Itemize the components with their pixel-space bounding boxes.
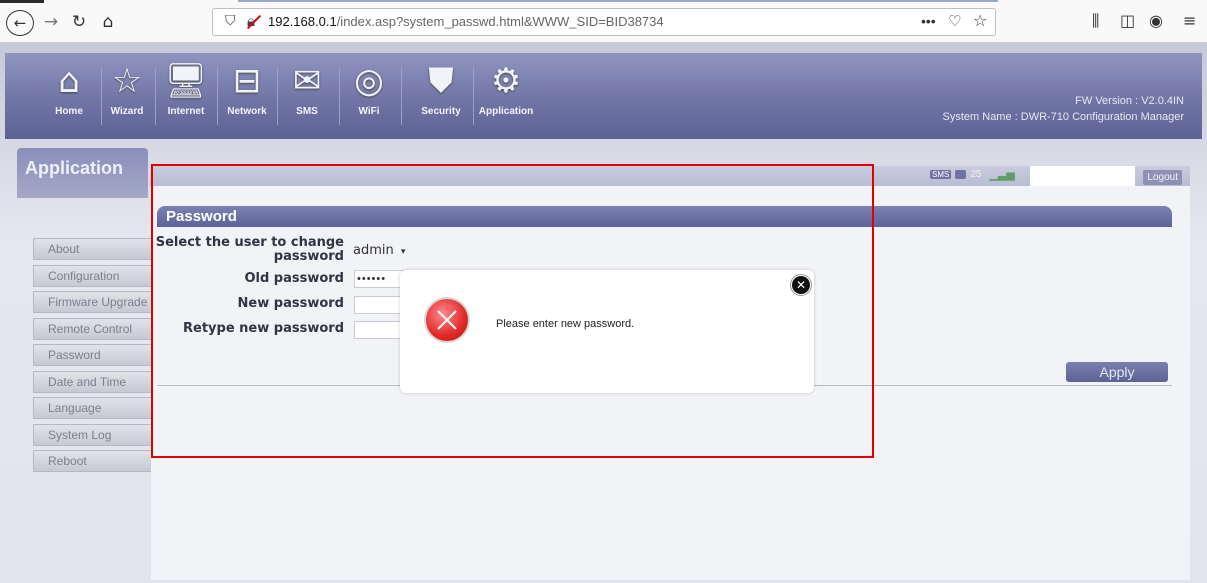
close-icon[interactable]: ✕ — [791, 275, 811, 295]
select-user-label-line1: Select the user to change — [155, 235, 344, 250]
sidebar: About Configuration Firmware Upgrade Rem… — [33, 238, 155, 477]
logout-button[interactable]: Logout — [1143, 170, 1182, 185]
back-button[interactable]: ← — [6, 10, 34, 36]
error-dialog: Please enter new password. ✕ — [400, 270, 814, 393]
sms-icon: ✉ — [292, 61, 322, 101]
section-tab-title: Application — [25, 158, 123, 178]
dialog-message: Please enter new password. — [496, 318, 635, 330]
menu-internet[interactable]: 🖥︎ Internet — [157, 53, 215, 139]
sidebar-item-system-log[interactable]: System Log — [33, 423, 155, 446]
forward-button[interactable]: → — [41, 10, 61, 34]
menu-wifi[interactable]: ◎ WiFi — [341, 53, 397, 139]
select-user-label: Select the user to change password — [156, 236, 344, 264]
internet-icon: 🖥︎ — [164, 61, 208, 101]
sidebar-item-about[interactable]: About — [33, 238, 155, 260]
old-password-label: Old password — [244, 271, 344, 286]
status-bar: SMS 25 ▁▃▅ Logout — [150, 166, 1190, 186]
address-bar[interactable]: ⛉ 🔒︎ 192.168.0.1/index.asp?system_passwd… — [212, 8, 996, 36]
user-select[interactable]: admin ▾ — [351, 242, 415, 262]
home-icon: ⌂ — [102, 12, 114, 32]
message-icon — [955, 170, 967, 179]
insecure-lock-icon[interactable]: 🔒︎ — [247, 12, 255, 30]
retype-password-label: Retype new password — [183, 321, 344, 336]
menu-label: Home — [55, 106, 83, 117]
menu-label: Internet — [167, 106, 205, 117]
library-icon[interactable]: ⫼ — [1092, 11, 1099, 31]
tab-indicator — [0, 0, 44, 3]
section-tab: Application — [17, 148, 148, 198]
new-password-label: New password — [237, 296, 344, 311]
menu-label: Security — [421, 106, 461, 117]
wifi-icon: ◎ — [354, 61, 384, 101]
fw-version: FW Version : V2.0.4IN — [1075, 95, 1184, 107]
apply-button[interactable]: Apply — [1066, 362, 1168, 382]
url-text[interactable]: 192.168.0.1/index.asp?system_passwd.html… — [268, 14, 664, 29]
menu-label: Network — [227, 106, 267, 117]
sidebar-item-remote-control[interactable]: Remote Control — [33, 317, 155, 340]
hamburger-menu-icon[interactable]: ≡ — [1183, 11, 1196, 30]
sidebar-item-reboot[interactable]: Reboot — [33, 450, 155, 472]
back-arrow-icon: ← — [13, 14, 27, 32]
account-icon[interactable]: ◉ — [1149, 11, 1163, 30]
network-icon: ⊟ — [232, 61, 262, 101]
section-header: Password — [157, 206, 1172, 227]
menu-sms[interactable]: ✉ SMS — [279, 53, 335, 139]
redacted-box — [1030, 166, 1135, 186]
url-host: 192.168.0.1 — [268, 14, 337, 29]
sidebar-item-password[interactable]: Password — [33, 344, 155, 366]
pocket-icon[interactable]: ♡ — [948, 12, 961, 30]
sidebar-item-configuration[interactable]: Configuration — [33, 264, 155, 287]
home-button[interactable]: ⌂ — [97, 10, 119, 34]
sms-status-icon: SMS — [930, 170, 952, 179]
signal-strength-icon: ▁▃▅ — [989, 169, 1015, 181]
sidebar-item-firmware-upgrade[interactable]: Firmware Upgrade — [33, 291, 155, 313]
firmware-info: FW Version : V2.0.4IN System Name : DWR-… — [943, 93, 1184, 125]
chevron-down-icon: ▾ — [400, 247, 406, 257]
wizard-icon: ☆ — [111, 61, 143, 101]
menu-home[interactable]: ⌂ Home — [43, 53, 95, 139]
error-icon — [424, 297, 470, 343]
user-select-value: admin — [353, 243, 394, 258]
tracking-shield-icon[interactable]: ⛉ — [225, 13, 236, 29]
reload-icon: ↻ — [71, 12, 87, 32]
top-menu-bar: ⌂ Home ☆ Wizard 🖥︎ Internet ⊟ Network ✉ … — [5, 53, 1202, 139]
browser-toolbar: ← → ↻ ⌂ ⛉ 🔒︎ 192.168.0.1/index.asp?syste… — [0, 0, 1207, 43]
application-icon: ⚙ — [490, 61, 522, 101]
sidebar-item-date-and-time[interactable]: Date and Time — [33, 370, 155, 393]
menu-label: WiFi — [358, 106, 380, 117]
security-icon: ⛊ — [428, 61, 454, 101]
status-icons: SMS 25 ▁▃▅ — [930, 168, 1015, 181]
bookmark-star-icon[interactable]: ☆ — [973, 11, 987, 30]
menu-label: SMS — [296, 106, 318, 117]
select-user-label-line2: password — [273, 249, 344, 264]
sidebar-item-language[interactable]: Language — [33, 397, 155, 419]
menu-label: Application — [478, 106, 534, 117]
menu-wizard[interactable]: ☆ Wizard — [101, 53, 153, 139]
section-title: Password — [166, 208, 237, 225]
menu-label: Wizard — [110, 106, 144, 117]
menu-network[interactable]: ⊟ Network — [219, 53, 275, 139]
page-actions-icon[interactable]: ••• — [921, 13, 936, 29]
reload-button[interactable]: ↻ — [68, 10, 90, 34]
menu-security[interactable]: ⛊ Security — [415, 53, 467, 139]
system-name: System Name : DWR-710 Configuration Mana… — [942, 111, 1184, 123]
menu-application[interactable]: ⚙ Application — [473, 53, 539, 139]
message-count: 25 — [970, 169, 982, 180]
forward-arrow-icon: → — [43, 12, 59, 32]
url-path: /index.asp?system_passwd.html&WWW_SID=BI… — [336, 14, 664, 29]
url-accent-line — [238, 0, 998, 2]
sidebar-toggle-icon[interactable]: ◫ — [1120, 11, 1135, 30]
home-icon: ⌂ — [58, 61, 80, 101]
